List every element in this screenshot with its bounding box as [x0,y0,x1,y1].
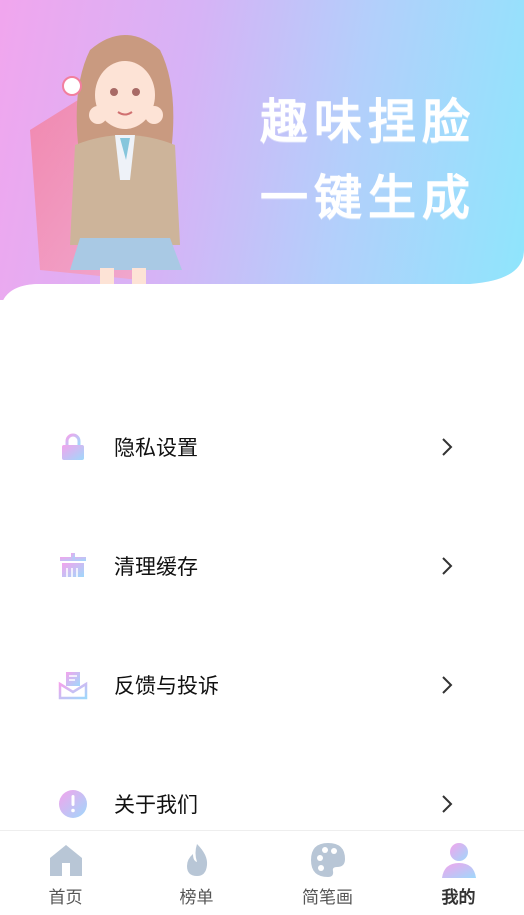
chevron-right-icon [442,795,453,813]
tab-sketch[interactable]: 简笔画 [262,831,393,915]
lock-icon [62,433,84,460]
info-exclamation-icon [59,790,87,818]
palette-icon [311,843,345,877]
menu-item-label: 清理缓存 [114,555,198,579]
chevron-right-icon [442,557,453,575]
user-icon [442,843,476,878]
tab-label: 简笔画 [302,888,353,908]
broom-icon [60,553,86,577]
menu-item-clear-cache[interactable]: 清理缓存 [0,536,524,596]
bottom-tab-bar: 首页 榜单 简笔画 我的 [0,830,524,915]
tab-label: 榜单 [179,888,214,908]
chevron-right-icon [442,676,453,694]
menu-item-label: 隐私设置 [114,436,198,460]
tab-label: 首页 [48,888,83,908]
hero-curve-overlay [0,250,524,320]
tab-mine[interactable]: 我的 [393,831,524,915]
tab-home[interactable]: 首页 [0,831,131,915]
slogan-line-1: 趣味捏脸 [259,94,476,150]
menu-item-label: 反馈与投诉 [114,674,219,698]
chevron-right-icon [442,438,453,456]
menu-item-privacy[interactable]: 隐私设置 [0,417,524,477]
menu-item-label: 关于我们 [114,793,198,817]
menu-item-about[interactable]: 关于我们 [0,774,524,834]
slogan-line-2: 一键生成 [259,170,476,226]
home-icon [50,845,82,876]
tab-ranking[interactable]: 榜单 [131,831,262,915]
feedback-envelope-icon [58,672,88,700]
menu-item-feedback[interactable]: 反馈与投诉 [0,655,524,715]
tab-label: 我的 [441,888,476,908]
flame-icon [187,844,208,876]
